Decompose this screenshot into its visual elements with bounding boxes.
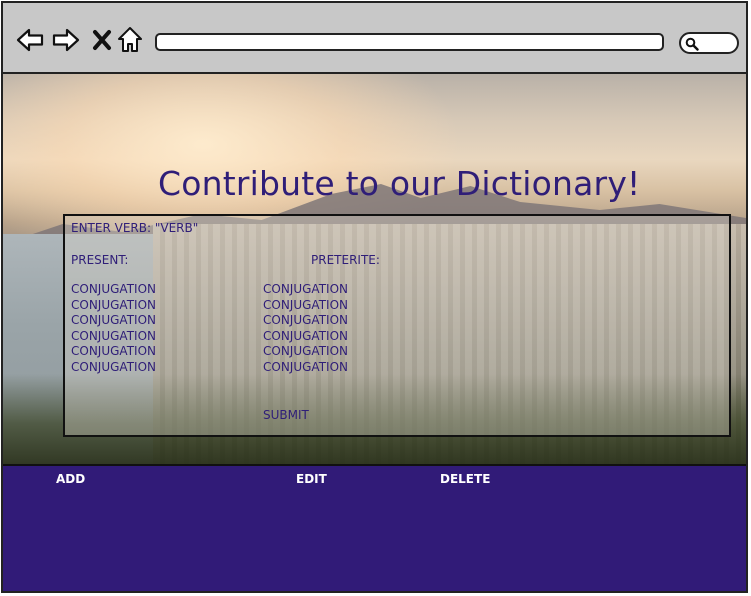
- present-conjugation-field[interactable]: CONJUGATION: [71, 298, 156, 314]
- preterite-conjugation-field[interactable]: CONJUGATION: [263, 282, 348, 298]
- preterite-conjugation-field[interactable]: CONJUGATION: [263, 360, 348, 376]
- forward-button[interactable]: [51, 25, 81, 55]
- stop-button[interactable]: [87, 25, 117, 55]
- preterite-conjugation-field[interactable]: CONJUGATION: [263, 313, 348, 329]
- preterite-conjugation-field[interactable]: CONJUGATION: [263, 329, 348, 345]
- present-label: PRESENT:: [71, 253, 129, 267]
- preterite-conjugation-field[interactable]: CONJUGATION: [263, 344, 348, 360]
- address-bar[interactable]: [155, 33, 664, 51]
- page-title: Contribute to our Dictionary!: [158, 164, 641, 203]
- present-conjugation-field[interactable]: CONJUGATION: [71, 313, 156, 329]
- add-button[interactable]: ADD: [56, 472, 85, 486]
- arrow-left-icon: [16, 28, 44, 52]
- present-conjugation-field[interactable]: CONJUGATION: [71, 360, 156, 376]
- home-button[interactable]: [115, 25, 145, 55]
- footer-bar: ADD EDIT DELETE: [3, 464, 746, 591]
- delete-button[interactable]: DELETE: [440, 472, 490, 486]
- contribution-form: ENTER VERB: "VERB" PRESENT: PRETERITE: C…: [63, 214, 731, 437]
- arrow-right-icon: [52, 28, 80, 52]
- preterite-conjugation-list: CONJUGATION CONJUGATION CONJUGATION CONJ…: [263, 282, 348, 376]
- edit-button[interactable]: EDIT: [296, 472, 327, 486]
- search-icon: [685, 37, 699, 51]
- preterite-conjugation-field[interactable]: CONJUGATION: [263, 298, 348, 314]
- verb-input[interactable]: ENTER VERB: "VERB": [71, 221, 198, 236]
- search-field[interactable]: [679, 32, 739, 54]
- home-icon: [118, 27, 142, 52]
- close-icon: [93, 30, 111, 50]
- preterite-label: PRETERITE:: [311, 253, 380, 267]
- browser-toolbar: [3, 3, 746, 74]
- present-conjugation-list: CONJUGATION CONJUGATION CONJUGATION CONJ…: [71, 282, 156, 376]
- present-conjugation-field[interactable]: CONJUGATION: [71, 344, 156, 360]
- back-button[interactable]: [15, 25, 45, 55]
- present-conjugation-field[interactable]: CONJUGATION: [71, 282, 156, 298]
- submit-button[interactable]: SUBMIT: [263, 408, 309, 423]
- browser-window: Contribute to our Dictionary! ENTER VERB…: [1, 1, 748, 593]
- present-conjugation-field[interactable]: CONJUGATION: [71, 329, 156, 345]
